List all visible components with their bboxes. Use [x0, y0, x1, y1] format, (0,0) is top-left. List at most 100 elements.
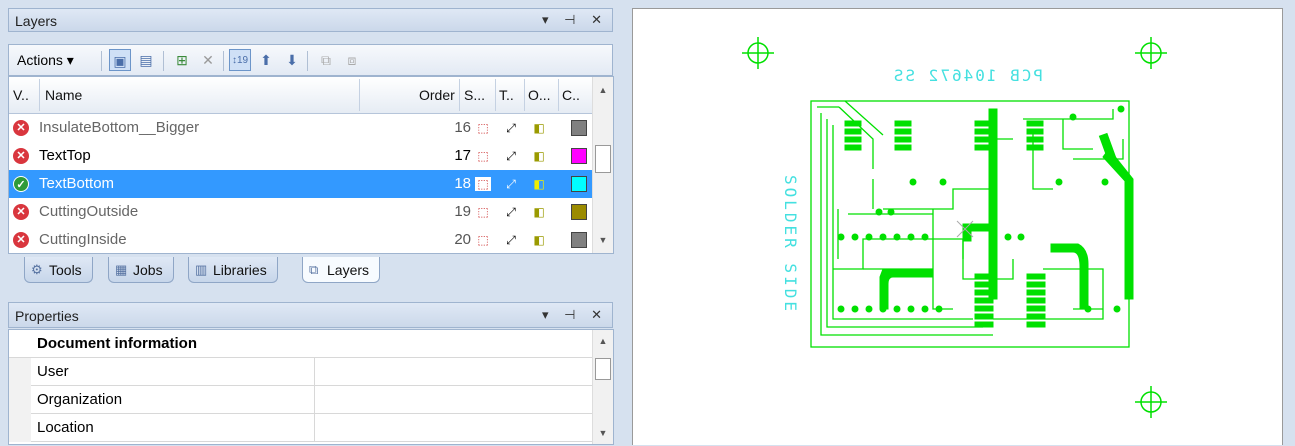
layer-row[interactable]: ✓ TextBottom 18 ⬚ ⤢ ◧ [9, 170, 595, 198]
layers-scrollbar[interactable]: ▲ ▼ [592, 77, 613, 253]
layer-color-swatch[interactable] [571, 120, 587, 136]
scan-icon[interactable]: ⬚ [475, 233, 491, 247]
layers-icon: ⧉ [309, 262, 319, 277]
col-visible[interactable]: V.. [13, 87, 29, 103]
scroll-thumb[interactable] [595, 145, 611, 173]
tool-icon[interactable]: ⤢ [503, 121, 519, 135]
property-row[interactable]: Location [9, 414, 595, 442]
col-order[interactable]: Order [419, 87, 457, 103]
col-c[interactable]: C.. [562, 87, 580, 103]
layers-toolbar: Actions ▾ ▣ ▤ ⊞ ✕ ↕19 ⬆ ⬇ ⧉ ⧈ [8, 44, 613, 76]
output-icon[interactable]: ◧ [531, 177, 547, 191]
pcb-side-label: SOLDER SIDE [781, 175, 800, 314]
registration-marks [742, 37, 1167, 418]
layer-row[interactable]: ✕ CuttingInside 20 ⬚ ⤢ ◧ [9, 226, 595, 253]
layer-color-swatch[interactable] [571, 204, 587, 220]
property-name: User [37, 363, 69, 380]
layer-name: CuttingOutside [39, 203, 139, 220]
scroll-thumb[interactable] [595, 358, 611, 380]
tab-tools[interactable]: ⚙ Tools [24, 257, 93, 283]
col-s[interactable]: S... [464, 87, 485, 103]
left-dock: Layers ▾ ⊣ ✕ Actions ▾ ▣ ▤ ⊞ ✕ ↕19 ⬆ ⬇ ⧉… [0, 0, 623, 445]
layers-panel-title: Layers [15, 13, 58, 29]
layers-grid: V.. Name Order S... T.. O... C.. ✕ Insul… [8, 76, 614, 254]
layer-color-swatch[interactable] [571, 232, 587, 248]
tab-label: Tools [49, 262, 82, 278]
error-status-icon[interactable]: ✕ [13, 120, 29, 136]
registration-mark-icon [1135, 386, 1167, 418]
scroll-down-icon[interactable]: ▼ [593, 235, 613, 245]
property-value[interactable] [314, 414, 596, 441]
scroll-up-icon[interactable]: ▲ [593, 85, 613, 95]
delete-layer-icon[interactable]: ✕ [197, 49, 219, 71]
tab-jobs[interactable]: ▦ Jobs [108, 257, 174, 283]
tool-icon[interactable]: ⤢ [503, 205, 519, 219]
error-status-icon[interactable]: ✕ [13, 148, 29, 164]
properties-grid: Document information User Organization L… [8, 329, 614, 445]
sort-order-icon[interactable]: ↕19 [229, 49, 251, 71]
properties-panel-title: Properties [15, 308, 79, 324]
layer-name: InsulateBottom__Bigger [39, 119, 200, 136]
layer-color-swatch[interactable] [571, 176, 587, 192]
jobs-icon: ▦ [115, 262, 128, 277]
show-layers-icon[interactable]: ▣ [109, 49, 131, 71]
property-row[interactable]: Organization [9, 386, 595, 414]
col-o[interactable]: O... [528, 87, 551, 103]
registration-mark-icon [742, 37, 774, 69]
output-icon[interactable]: ◧ [531, 233, 547, 247]
tab-layers[interactable]: ⧉ Layers [302, 257, 381, 283]
ok-status-icon[interactable]: ✓ [13, 176, 29, 192]
tab-label: Jobs [133, 262, 163, 278]
properties-scrollbar[interactable]: ▲ ▼ [592, 330, 613, 444]
layer-name: TextTop [39, 147, 91, 164]
property-row[interactable]: User [9, 358, 595, 386]
output-icon[interactable]: ◧ [531, 149, 547, 163]
actions-dropdown[interactable]: Actions ▾ [17, 52, 74, 69]
tab-libraries[interactable]: ▥ Libraries [188, 257, 278, 283]
move-down-icon[interactable]: ⬇ [281, 49, 303, 71]
layer-order: 19 [454, 203, 471, 220]
canvas-area: PCB 104672 SS SOLDER SIDE [624, 0, 1295, 445]
layers-grid-header: V.. Name Order S... T.. O... C.. [9, 77, 595, 114]
layer-row[interactable]: ✕ TextTop 17 ⬚ ⤢ ◧ [9, 142, 595, 170]
toolbar-separator [223, 51, 224, 71]
layer-row[interactable]: ✕ CuttingOutside 19 ⬚ ⤢ ◧ [9, 198, 595, 226]
add-layer-icon[interactable]: ⊞ [171, 49, 193, 71]
layer-order: 17 [454, 147, 471, 164]
pcb-canvas[interactable]: PCB 104672 SS SOLDER SIDE [632, 8, 1283, 445]
toolbar-separator [307, 51, 308, 71]
layer-row[interactable]: ✕ InsulateBottom__Bigger 16 ⬚ ⤢ ◧ [9, 114, 595, 142]
output-icon[interactable]: ◧ [531, 121, 547, 135]
layer-order: 20 [454, 231, 471, 248]
copy-layer-icon[interactable]: ⧉ [315, 49, 337, 71]
layer-settings-icon[interactable]: ▤ [135, 49, 157, 71]
layer-name: TextBottom [39, 175, 115, 192]
move-up-icon[interactable]: ⬆ [255, 49, 277, 71]
output-icon[interactable]: ◧ [531, 205, 547, 219]
layer-color-swatch[interactable] [571, 148, 587, 164]
paste-layer-icon[interactable]: ⧈ [341, 49, 363, 71]
scan-icon[interactable]: ⬚ [475, 149, 491, 163]
col-t[interactable]: T.. [499, 87, 514, 103]
dock-tabs: ⚙ Tools ▦ Jobs ▥ Libraries ⧉ Layers [8, 255, 614, 287]
property-value[interactable] [314, 358, 596, 385]
toolbar-separator [101, 51, 102, 71]
error-status-icon[interactable]: ✕ [13, 232, 29, 248]
error-status-icon[interactable]: ✕ [13, 204, 29, 220]
property-category[interactable]: Document information [9, 330, 595, 358]
tool-icon[interactable]: ⤢ [503, 149, 519, 163]
scan-icon[interactable]: ⬚ [475, 121, 491, 135]
layers-panel-controls[interactable]: ▾ ⊣ ✕ [542, 12, 608, 28]
scan-icon[interactable]: ⬚ [475, 205, 491, 219]
properties-panel-header: Properties ▾ ⊣ ✕ [8, 302, 613, 328]
property-value[interactable] [314, 386, 596, 413]
layer-order: 16 [454, 119, 471, 136]
col-name[interactable]: Name [45, 87, 82, 103]
properties-panel-controls[interactable]: ▾ ⊣ ✕ [542, 307, 608, 323]
tool-icon[interactable]: ⤢ [503, 177, 519, 191]
layer-name: CuttingInside [39, 231, 127, 248]
tool-icon[interactable]: ⤢ [503, 233, 519, 247]
scan-icon[interactable]: ⬚ [475, 177, 491, 191]
scroll-down-icon[interactable]: ▼ [593, 428, 613, 438]
scroll-up-icon[interactable]: ▲ [593, 336, 613, 346]
